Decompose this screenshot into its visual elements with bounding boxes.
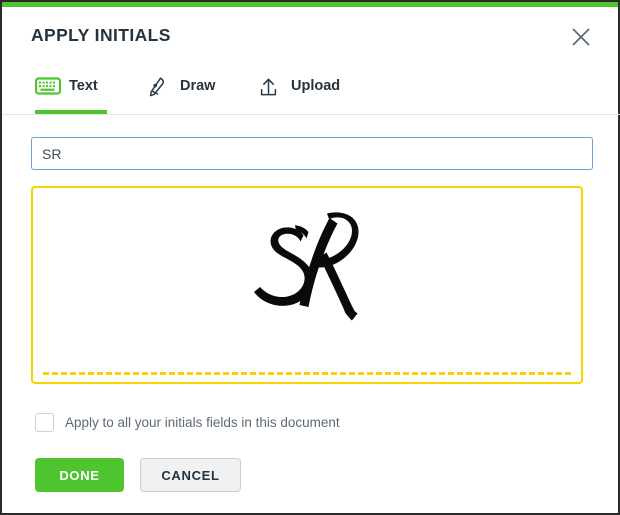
tab-draw[interactable]: Draw: [146, 68, 215, 114]
signature-baseline: [43, 372, 571, 375]
apply-to-all-row[interactable]: Apply to all your initials fields in thi…: [35, 413, 340, 432]
initials-input[interactable]: [31, 137, 593, 170]
apply-to-all-checkbox[interactable]: [35, 413, 54, 432]
pen-icon: [146, 76, 172, 98]
close-button[interactable]: [568, 24, 594, 50]
tab-upload-label: Upload: [291, 76, 340, 96]
tab-upload[interactable]: Upload: [257, 68, 340, 114]
done-button[interactable]: DONE: [35, 458, 124, 492]
divider: [2, 114, 620, 115]
initials-preview-box[interactable]: [31, 186, 583, 384]
close-icon: [568, 24, 594, 50]
apply-initials-dialog: APPLY INITIALS: [0, 0, 620, 515]
rendered-initials: [33, 188, 581, 360]
page-title: APPLY INITIALS: [31, 25, 171, 46]
keyboard-icon: [35, 76, 61, 98]
apply-to-all-label: Apply to all your initials fields in thi…: [65, 415, 340, 430]
cancel-button[interactable]: CANCEL: [140, 458, 241, 492]
tab-text-label: Text: [69, 76, 98, 96]
dialog-header: APPLY INITIALS: [2, 7, 618, 62]
tab-bar: Text Draw: [2, 68, 618, 115]
tab-draw-label: Draw: [180, 76, 215, 96]
tab-text[interactable]: Text: [35, 68, 98, 114]
upload-icon: [257, 76, 283, 98]
